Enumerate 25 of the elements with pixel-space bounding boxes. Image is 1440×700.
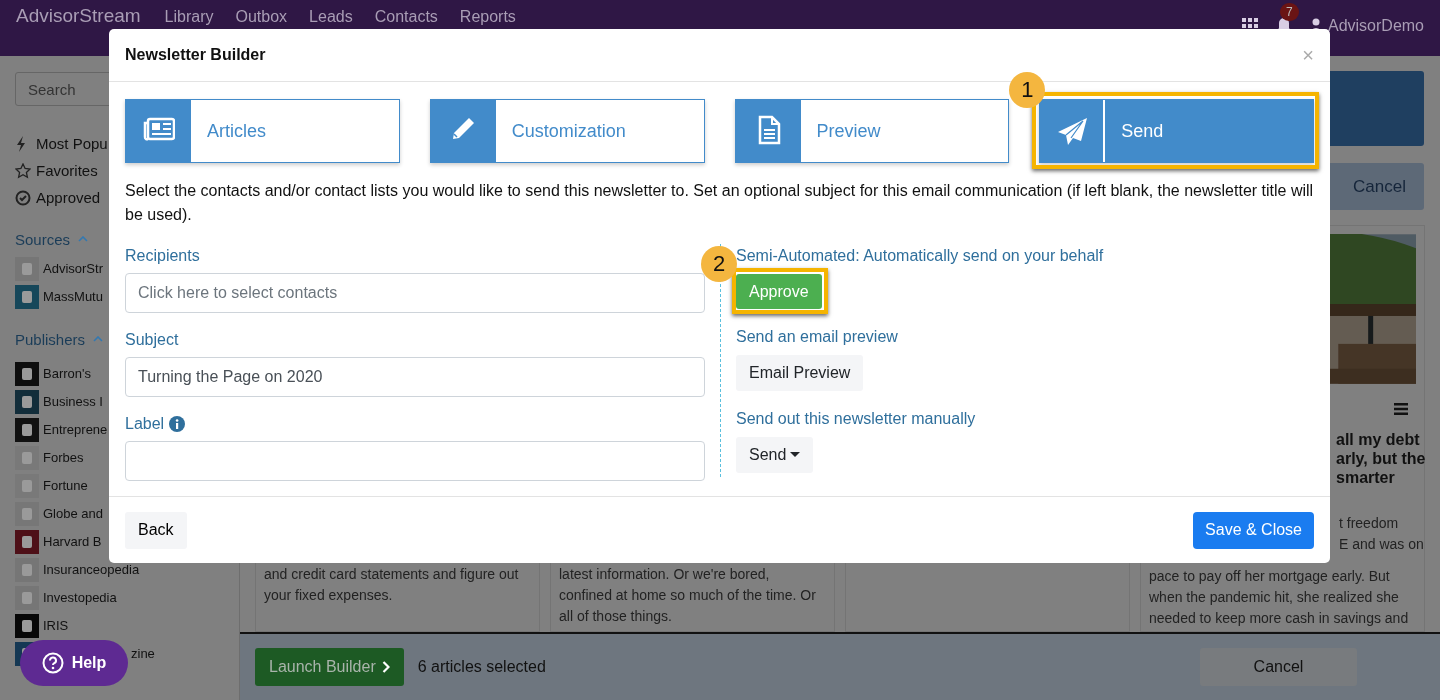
- excerpt-line: pace to pay off her mortgage early. But: [1149, 567, 1391, 586]
- option-heading: Send out this newsletter manually: [736, 409, 977, 430]
- excerpt-line: when the pandemic hit, she realized she: [1149, 588, 1400, 607]
- excerpt-line: t freedom: [1339, 514, 1399, 533]
- excerpt-line: confined at home so much of the time. Or: [559, 586, 817, 605]
- dialog-title: Newsletter Builder: [125, 46, 266, 65]
- excerpt-line: and credit card statements and figure out: [264, 565, 520, 584]
- field-label: Subject: [125, 330, 179, 351]
- headline-line: all my debt: [1336, 430, 1420, 449]
- callout-badge: 1: [1009, 72, 1046, 109]
- selection-count: 6 articles selected: [417, 658, 546, 676]
- excerpt-line: E and was on: [1339, 535, 1424, 554]
- notification-badge: 7: [1279, 3, 1299, 21]
- excerpt-line: latest information. Or we're bored,: [559, 565, 771, 584]
- field-label: Recipients: [125, 246, 200, 267]
- excerpt-line: your fixed expenses.: [264, 586, 394, 605]
- option-heading: Send an email preview: [736, 327, 899, 348]
- excerpt-line: needed to keep more cash in savings and: [1149, 609, 1410, 628]
- instructions-text: Select the contacts and/or contact lists you would like to send this newsletter to. Set an optional subject for this email communication (if left blank, the newsletter title will be used).: [125, 181, 1314, 226]
- callout-badge: 2: [701, 246, 737, 283]
- excerpt-line: all of those things.: [559, 607, 673, 626]
- headline-line: smarter: [1336, 468, 1395, 487]
- headline-line: arly, but the: [1336, 449, 1426, 468]
- option-heading: Semi-Automated: Automatically send on your behalf: [736, 246, 1104, 267]
- field-label: Label: [125, 414, 165, 435]
